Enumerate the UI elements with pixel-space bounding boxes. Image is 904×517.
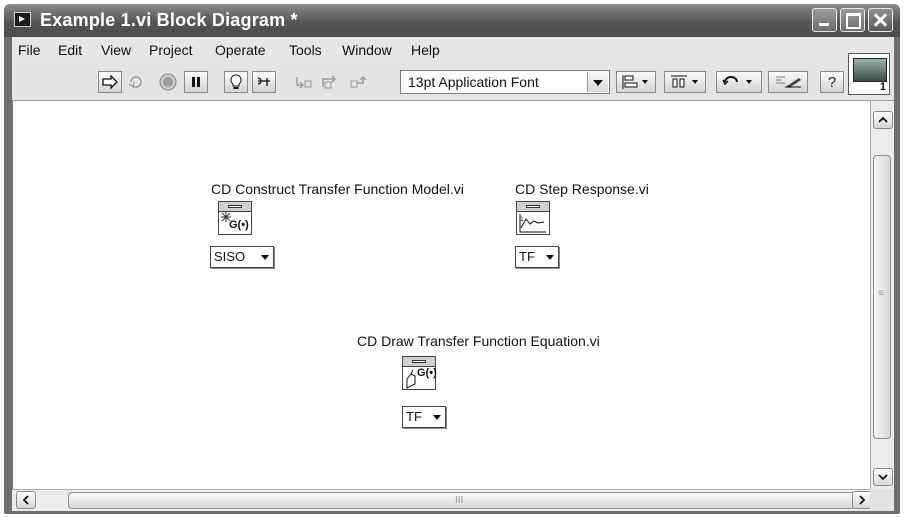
- vi-header-strip: [403, 357, 435, 367]
- run-continuously-icon: [128, 76, 142, 89]
- close-button[interactable]: [868, 8, 893, 32]
- labview-app-icon[interactable]: [14, 12, 31, 27]
- tf-polymorphic-selector[interactable]: TF: [515, 246, 559, 268]
- node-label-construct-tf: CD Construct Transfer Function Model.vi: [211, 181, 464, 197]
- chevron-down-icon: [546, 255, 554, 260]
- siso-polymorphic-selector[interactable]: SISO: [210, 246, 274, 268]
- vertical-scroll-thumb[interactable]: ≡: [873, 155, 891, 439]
- thumb-grip: III: [455, 495, 464, 506]
- window-title: Example 1.vi Block Diagram *: [40, 10, 298, 30]
- highlight-execution-button[interactable]: [224, 71, 248, 93]
- equation-glyph: G(•): [417, 367, 437, 379]
- vertical-scrollbar[interactable]: ≡: [870, 101, 894, 489]
- abort-button[interactable]: [156, 71, 180, 93]
- selector-value: TF: [406, 409, 422, 424]
- transfer-function-glyph: G(•): [229, 219, 249, 231]
- menu-file[interactable]: File: [18, 42, 41, 58]
- step-out-icon: [350, 76, 367, 88]
- reorder-button[interactable]: [716, 71, 762, 93]
- step-over-button[interactable]: [318, 71, 342, 93]
- step-plot-icon: 1: [519, 214, 546, 233]
- vi-connector-pane-icon[interactable]: 1: [848, 53, 890, 95]
- svg-text:1: 1: [520, 216, 524, 223]
- scroll-up-button[interactable]: [873, 111, 893, 129]
- maximize-button[interactable]: [840, 8, 865, 32]
- help-question-icon: ?: [827, 73, 837, 91]
- chevron-up-icon: [878, 116, 888, 123]
- chevron-down-icon: [433, 415, 441, 420]
- step-over-icon: [322, 75, 336, 89]
- selector-value: SISO: [214, 249, 246, 264]
- font-select-value: 13pt Application Font: [408, 74, 539, 90]
- menu-help[interactable]: Help: [411, 42, 440, 58]
- thumb-grip: ≡: [878, 288, 884, 299]
- chevron-down-icon[interactable]: [587, 72, 608, 92]
- chevron-right-icon: [859, 495, 866, 505]
- horizontal-scroll-thumb[interactable]: III: [68, 492, 856, 509]
- highlight-execution-icon: [230, 74, 242, 89]
- menu-tools[interactable]: Tools: [289, 42, 322, 58]
- align-objects-icon: [622, 75, 648, 89]
- vi-icon-image: [853, 58, 887, 82]
- pause-icon: [192, 77, 200, 87]
- connector-pane-number: 1: [879, 81, 886, 93]
- chevron-down-icon: [261, 255, 269, 260]
- step-into-icon: [296, 77, 312, 89]
- transfer-function-model-icon[interactable]: G(•): [218, 201, 252, 235]
- distribute-objects-icon: [671, 75, 698, 88]
- distribute-objects-button[interactable]: [664, 71, 706, 93]
- context-help-button[interactable]: ?: [820, 71, 844, 93]
- block-diagram-window: Example 1.vi Block Diagram * File Edit V…: [4, 4, 900, 514]
- menu-operate[interactable]: Operate: [215, 42, 266, 58]
- step-out-button[interactable]: [346, 71, 370, 93]
- reorder-icon: [722, 76, 752, 86]
- scrollbar-corner: [870, 489, 894, 511]
- run-button[interactable]: [98, 71, 122, 93]
- title-bar[interactable]: Example 1.vi Block Diagram *: [4, 4, 900, 37]
- node-label-step-response: CD Step Response.vi: [515, 181, 649, 197]
- scroll-left-button[interactable]: [16, 491, 36, 509]
- chevron-left-icon: [22, 495, 29, 505]
- clean-up-diagram-icon: [776, 76, 801, 88]
- node-label-draw-tf-equation: CD Draw Transfer Function Equation.vi: [357, 333, 600, 349]
- vi-header-strip: [517, 202, 549, 212]
- menu-view[interactable]: View: [101, 42, 131, 58]
- scroll-down-button[interactable]: [873, 468, 893, 486]
- menu-project[interactable]: Project: [149, 42, 193, 58]
- tf-polymorphic-selector[interactable]: TF: [402, 406, 446, 428]
- menu-window[interactable]: Window: [342, 42, 392, 58]
- font-select[interactable]: 13pt Application Font: [400, 70, 610, 94]
- block-diagram-canvas[interactable]: CD Construct Transfer Function Model.vi …: [12, 101, 870, 489]
- abort-icon: [159, 73, 177, 91]
- pause-button[interactable]: [184, 71, 208, 93]
- pen-hand-icon: [406, 369, 416, 389]
- vi-header-strip: [219, 202, 251, 212]
- step-into-button[interactable]: [292, 71, 316, 93]
- menu-edit[interactable]: Edit: [58, 42, 82, 58]
- retain-wire-values-icon: [257, 77, 270, 86]
- toolbar: 13pt Application Font ? 1: [12, 53, 894, 101]
- selector-value: TF: [519, 249, 535, 264]
- retain-wire-values-button[interactable]: [252, 71, 276, 93]
- align-objects-button[interactable]: [616, 71, 656, 93]
- run-continuously-button[interactable]: [124, 71, 148, 93]
- minimize-button[interactable]: [812, 8, 837, 32]
- scroll-right-button[interactable]: [852, 491, 872, 509]
- run-arrow-icon: [102, 75, 118, 89]
- chevron-down-icon: [878, 474, 888, 481]
- draw-equation-icon[interactable]: G(•): [402, 356, 437, 390]
- horizontal-scrollbar[interactable]: III: [12, 489, 872, 511]
- step-response-icon[interactable]: 1: [516, 201, 550, 235]
- clean-up-diagram-button[interactable]: [768, 71, 808, 93]
- menu-bar: File Edit View Project Operate Tools Win…: [12, 37, 894, 63]
